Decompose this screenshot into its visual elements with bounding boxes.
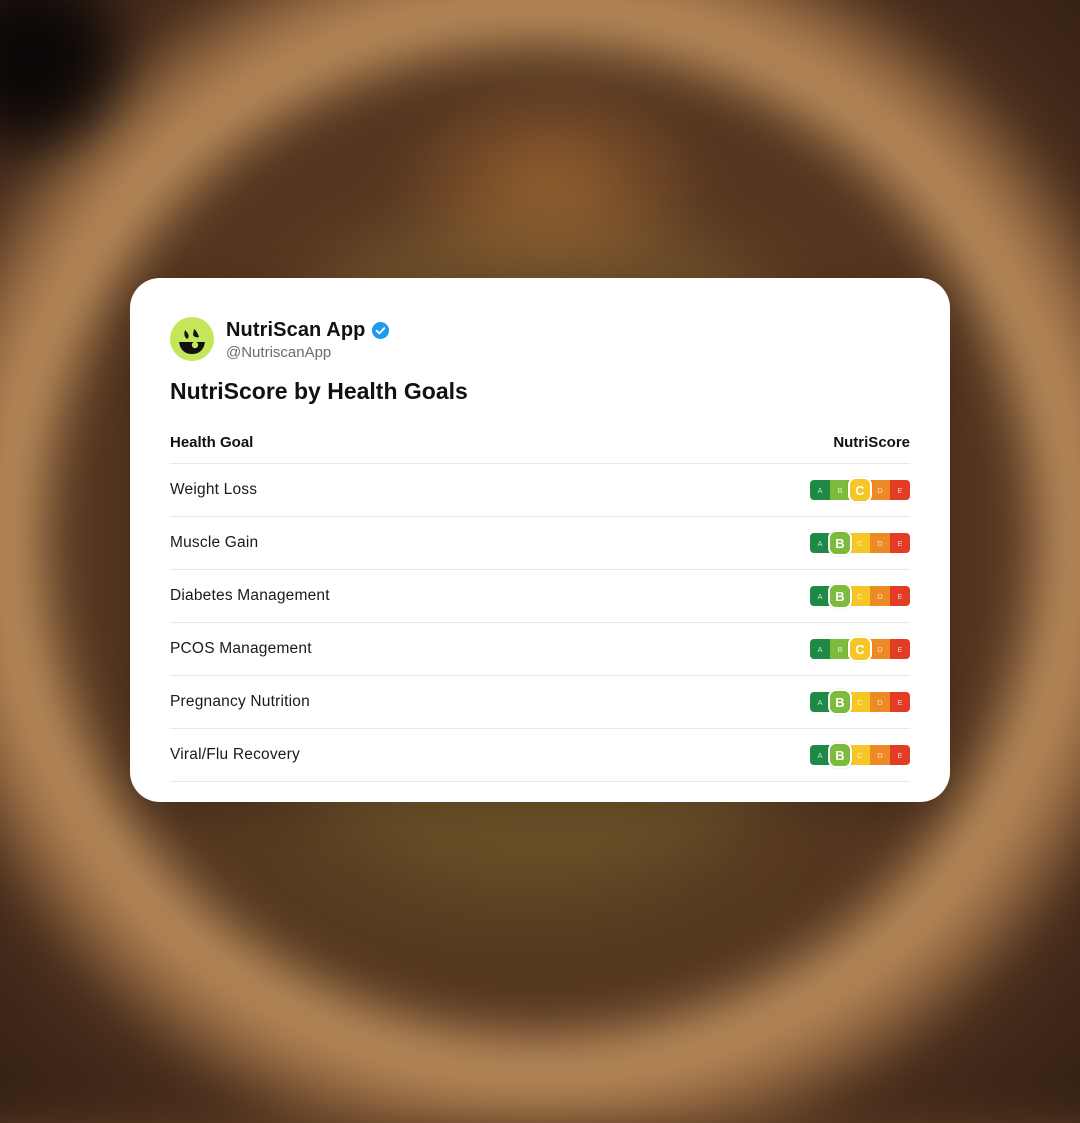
table-row: Viral/Flu Recovery A B C D E [170, 729, 910, 782]
nutriscore-grade-b: B [830, 480, 850, 500]
nutriscore-scale: ABCDE [810, 688, 910, 716]
nutriscore-grade-c-active: C [848, 477, 872, 503]
nutriscore-grade-d: D [870, 692, 890, 712]
account-handle[interactable]: @NutriscanApp [226, 344, 390, 361]
nutriscore-scale: ABCDE [810, 635, 910, 663]
table-body: Weight Loss A B C D E Muscle Gain A B C D E Diabetes… [170, 464, 910, 782]
nutriscore-grade-c: C [850, 692, 870, 712]
health-goal-label: PCOS Management [170, 640, 312, 657]
column-header-health-goal: Health Goal [170, 434, 254, 451]
nutriscore-grade-c: C [850, 533, 870, 553]
post-title: NutriScore by Health Goals [170, 378, 468, 404]
health-goal-label: Pregnancy Nutrition [170, 693, 310, 710]
nutriscore-scale: ABCDE [810, 582, 910, 610]
nutriscore-grade-e: E [890, 639, 910, 659]
table-row: Pregnancy Nutrition A B C D E [170, 676, 910, 729]
nutriscore-grade-a: A [810, 586, 830, 606]
post-header: NutriScan App @NutriscanApp [170, 314, 910, 364]
nutriscore-grade-a: A [810, 533, 830, 553]
nutriscore-scale: ABCDE [810, 476, 910, 504]
nutriscore-grade-a: A [810, 480, 830, 500]
table-row: Weight Loss A B C D E [170, 464, 910, 517]
nutriscore-grade-b-active: B [828, 742, 852, 768]
table-row: Diabetes Management A B C D E [170, 570, 910, 623]
table-row: Muscle Gain A B C D E [170, 517, 910, 570]
nutriscore-grade-d: D [870, 639, 890, 659]
table-row: PCOS Management A B C D E [170, 623, 910, 676]
nutriscore-grade-e: E [890, 745, 910, 765]
account-identity: NutriScan App @NutriscanApp [226, 317, 390, 361]
nutriscore-grade-e: E [890, 533, 910, 553]
health-goal-label: Weight Loss [170, 481, 258, 498]
account-name[interactable]: NutriScan App [226, 319, 365, 342]
nutriscore-grade-e: E [890, 692, 910, 712]
nutriscore-scale: ABCDE [810, 529, 910, 557]
nutriscore-grade-c: C [850, 586, 870, 606]
health-goal-label: Viral/Flu Recovery [170, 746, 300, 763]
verified-badge-icon [371, 321, 390, 340]
nutriscore-grade-c: C [850, 745, 870, 765]
nutriscore-grade-d: D [870, 480, 890, 500]
column-header-nutriscore: NutriScore [833, 434, 910, 451]
nutriscore-grade-b-active: B [828, 583, 852, 609]
nutriscore-grade-d: D [870, 533, 890, 553]
nutriscore-grade-b: B [830, 639, 850, 659]
nutriscore-grade-e: E [890, 586, 910, 606]
nutriscore-grade-a: A [810, 745, 830, 765]
nutriscore-grade-e: E [890, 480, 910, 500]
nutriscan-logo-icon[interactable] [170, 317, 214, 361]
nutriscore-grade-b-active: B [828, 530, 852, 556]
nutriscore-grade-a: A [810, 692, 830, 712]
nutriscore-grade-c-active: C [848, 636, 872, 662]
nutriscore-grade-b-active: B [828, 689, 852, 715]
health-goal-label: Diabetes Management [170, 587, 330, 604]
health-goal-label: Muscle Gain [170, 534, 259, 551]
post-card: NutriScan App @NutriscanApp NutriScore b… [130, 278, 950, 802]
nutriscore-scale: ABCDE [810, 741, 910, 769]
nutriscore-grade-d: D [870, 586, 890, 606]
nutriscore-grade-a: A [810, 639, 830, 659]
nutriscore-grade-d: D [870, 745, 890, 765]
table-header: Health Goal NutriScore [170, 422, 910, 464]
